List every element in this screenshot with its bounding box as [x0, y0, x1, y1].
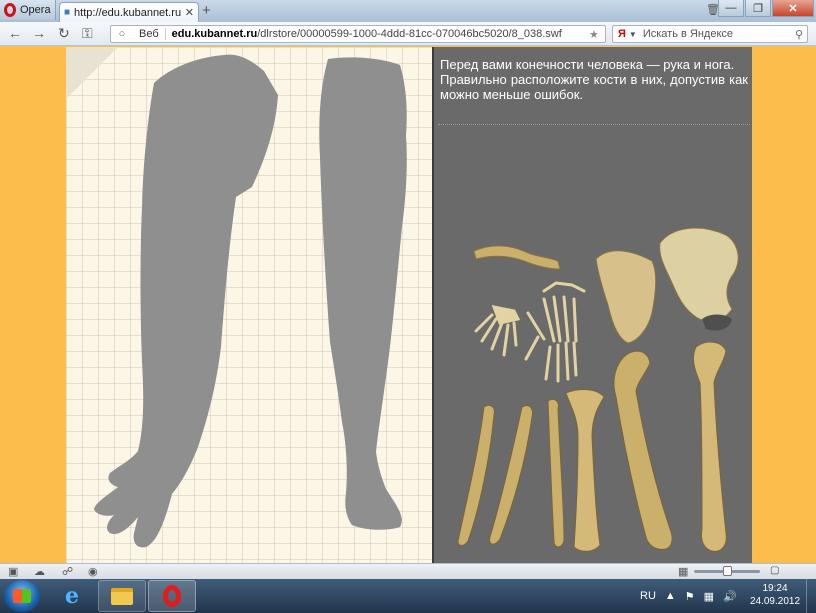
chevron-down-icon[interactable]: ▼ [629, 30, 643, 39]
femur-bone[interactable] [613, 350, 673, 550]
restore-button[interactable]: ❐ [745, 0, 771, 17]
internet-explorer-icon: e [65, 583, 79, 609]
globe-icon: ○ [118, 28, 126, 40]
windows-logo-icon [13, 589, 31, 603]
new-tab-button[interactable]: + [202, 2, 211, 20]
arm-silhouette[interactable] [94, 54, 278, 548]
radius-bone[interactable] [547, 398, 565, 548]
tray-expand-icon[interactable]: ▲ [665, 590, 676, 602]
minimize-button[interactable]: — [718, 0, 744, 17]
key-icon[interactable]: ⚿ [82, 25, 93, 42]
reload-icon[interactable]: ↻ [58, 25, 70, 42]
humerus-bone[interactable] [693, 341, 727, 552]
network-icon[interactable]: ▦ [704, 590, 714, 603]
show-desktop-button[interactable] [806, 579, 816, 613]
language-indicator[interactable]: RU [640, 590, 656, 602]
yandex-logo-icon[interactable]: Я [613, 28, 629, 40]
opera-logo-icon [4, 3, 16, 17]
start-button[interactable] [4, 580, 40, 612]
hip-bone[interactable] [659, 227, 739, 322]
panel-toggle-icon[interactable]: ▣ [8, 565, 18, 578]
limb-silhouettes [94, 54, 407, 548]
browser-tab-bar: Opera ■ http://edu.kubannet.ru... ✕ + 🗑 … [0, 0, 816, 22]
volume-icon[interactable]: 🔊 [723, 590, 737, 603]
tibia-bone[interactable] [565, 389, 605, 552]
forward-arrow-icon[interactable]: → [32, 25, 46, 41]
folder-icon [111, 587, 133, 605]
search-field[interactable]: Я ▼ Искать в Яндексе ⚲ [612, 25, 808, 43]
leg-silhouette[interactable] [319, 57, 407, 530]
action-center-flag-icon[interactable]: ⚑ [685, 590, 695, 603]
bones-panel: Перед вами конечности человека — рука и … [432, 47, 752, 563]
search-icon[interactable]: ⚲ [795, 28, 807, 41]
browser-status-bar: ▣ ☁ ☍ ◉ ▦ ▢ [0, 563, 816, 579]
limb-drop-area[interactable] [66, 47, 432, 563]
url-path: /dlrstore/00000599-1000-4ddd-81cc-070046… [257, 28, 562, 40]
window-controls: — ❐ ✕ [718, 0, 814, 17]
view-icon[interactable]: ▦ [678, 565, 688, 578]
clock-time: 19:24 [762, 583, 788, 594]
tab-title: http://edu.kubannet.ru... [74, 6, 181, 19]
search-placeholder[interactable]: Искать в Яндексе [643, 28, 795, 40]
ulna-bone[interactable] [489, 405, 533, 545]
taskbar-opera[interactable] [148, 580, 196, 612]
url-text[interactable]: edu.kubannet.ru/dlrstore/00000599-1000-4… [166, 28, 589, 40]
address-mode-label[interactable]: Веб [133, 28, 166, 40]
bones-tray [457, 227, 739, 552]
system-tray: RU ▲ ⚑ ▦ 🔊 [640, 579, 737, 613]
fibula-bone[interactable] [457, 404, 495, 546]
opera-menu-button[interactable]: Opera [0, 0, 56, 20]
bookmark-star-icon[interactable]: ★ [589, 28, 605, 41]
taskbar-file-explorer[interactable] [98, 580, 146, 612]
cloud-icon[interactable]: ☁ [34, 565, 45, 578]
page-favicon-icon: ■ [64, 7, 71, 18]
zoom-slider-thumb[interactable] [722, 566, 732, 576]
flash-activity: Перед вами конечности человека — рука и … [66, 47, 752, 563]
clock-date: 24.09.2012 [749, 596, 801, 607]
opera-icon [163, 585, 181, 607]
browser-tab[interactable]: ■ http://edu.kubannet.ru... ✕ [59, 2, 199, 22]
hip-bone-socket [702, 314, 732, 331]
opera-menu-label: Opera [20, 4, 51, 16]
link-icon[interactable]: ☍ [62, 565, 73, 578]
address-bar[interactable]: ○ Веб edu.kubannet.ru/dlrstore/00000599-… [110, 25, 606, 43]
navigation-bar: ← → ↻ ⚿ ○ Веб edu.kubannet.ru/dlrstore/0… [0, 22, 816, 46]
hand-skeleton[interactable] [524, 281, 586, 383]
clavicle-bone[interactable] [473, 245, 561, 270]
zoom-reset-icon[interactable]: ▢ [770, 565, 779, 576]
url-host: edu.kubannet.ru [171, 28, 258, 40]
system-clock[interactable]: 19:24 24.09.2012 [746, 582, 804, 608]
scapula-bone[interactable] [595, 250, 657, 344]
back-arrow-icon[interactable]: ← [8, 25, 22, 41]
windows-taskbar: e RU ▲ ⚑ ▦ 🔊 19:24 24.09.2012 [0, 579, 816, 613]
tab-close-icon[interactable]: ✕ [185, 6, 194, 19]
close-window-button[interactable]: ✕ [772, 0, 814, 17]
page-content: Перед вами конечности человека — рука и … [0, 47, 816, 563]
foot-skeleton[interactable] [474, 304, 521, 357]
speed-dial-icon[interactable]: ◉ [88, 565, 98, 578]
taskbar-internet-explorer[interactable]: e [48, 580, 96, 612]
